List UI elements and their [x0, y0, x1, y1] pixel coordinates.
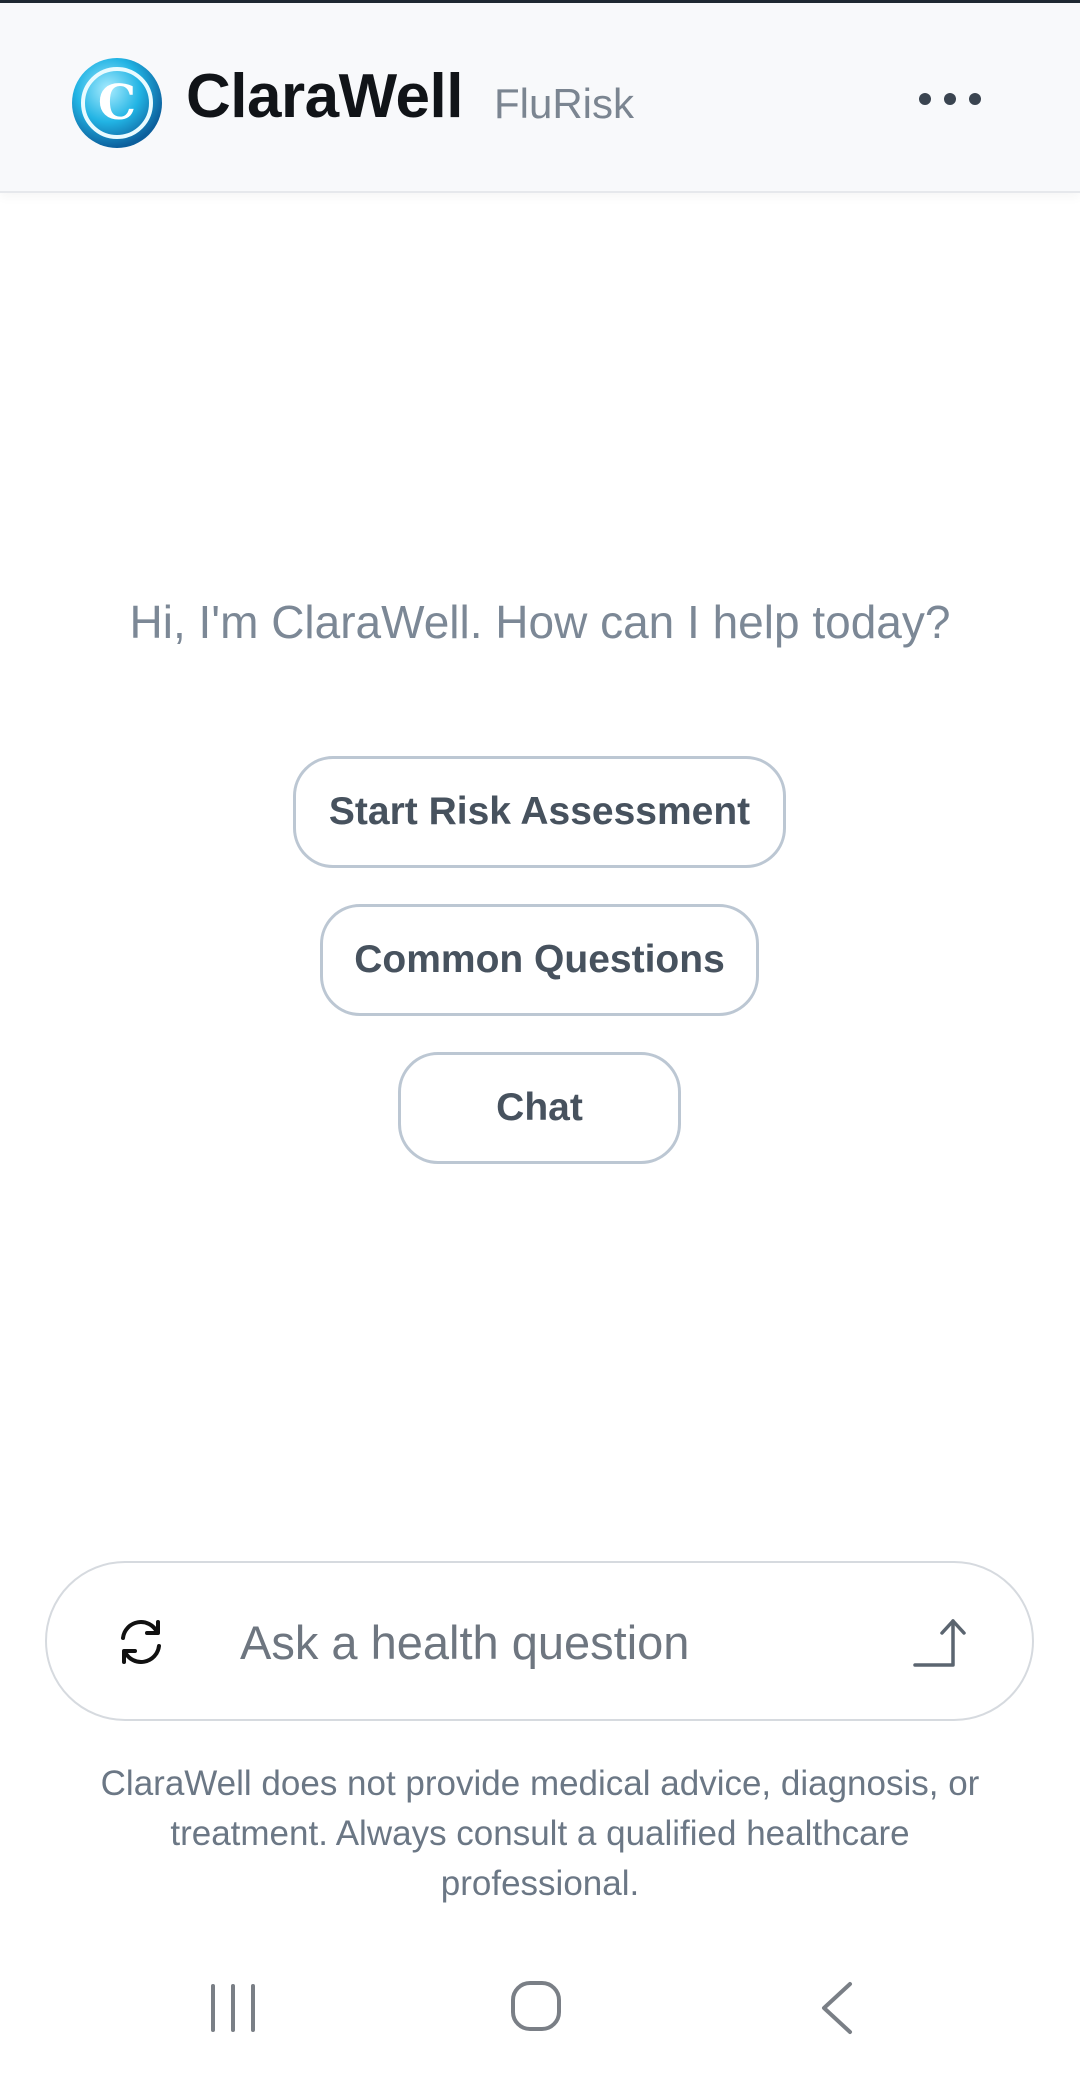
more-horizontal-icon — [919, 93, 931, 105]
start-risk-assessment-button[interactable]: Start Risk Assessment — [293, 756, 786, 868]
more-options-button[interactable] — [905, 73, 995, 125]
chat-button[interactable]: Chat — [398, 1052, 681, 1164]
common-questions-button[interactable]: Common Questions — [320, 904, 759, 1016]
recent-apps-icon[interactable] — [205, 1980, 261, 2036]
home-icon[interactable] — [508, 1978, 564, 2034]
app-name: ClaraWell — [186, 62, 463, 131]
composer-bar — [45, 1561, 1034, 1721]
back-icon[interactable] — [814, 1978, 858, 2038]
app-header: C ClaraWell FluRisk — [0, 3, 1080, 193]
system-navigation-bar — [0, 1960, 1080, 2060]
greeting-text: Hi, I'm ClaraWell. How can I help today? — [129, 596, 951, 648]
medical-disclaimer: ClaraWell does not provide medical advic… — [100, 1764, 980, 1903]
more-dot — [944, 93, 956, 105]
more-dot — [969, 93, 981, 105]
health-question-input[interactable] — [240, 1603, 880, 1681]
logo-letter: C — [98, 75, 136, 131]
app-subtitle: FluRisk — [494, 80, 635, 127]
send-arrow-icon[interactable] — [913, 1613, 973, 1673]
refresh-icon[interactable] — [115, 1616, 167, 1668]
clarawell-logo-icon: C — [72, 58, 162, 148]
